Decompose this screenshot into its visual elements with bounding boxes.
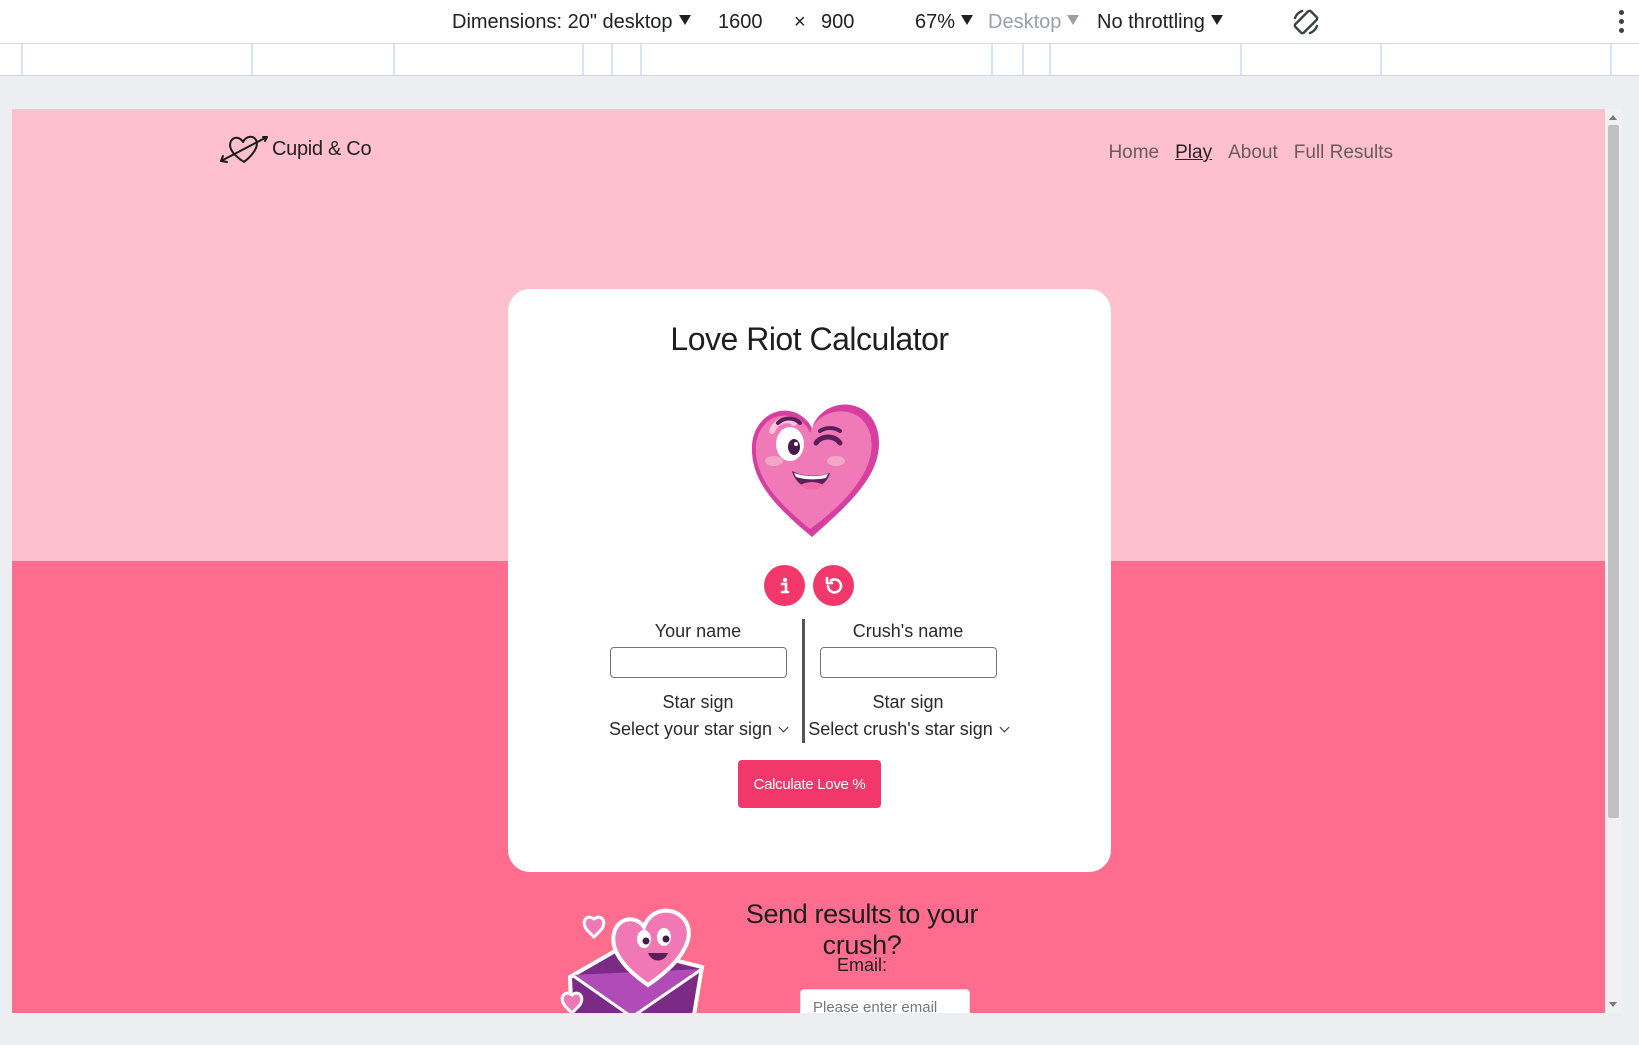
- crush-name-label: Crush's name: [852, 621, 964, 641]
- dimensions-label: Dimensions: 20" desktop: [452, 11, 673, 33]
- your-star-sign-select[interactable]: Select your star sign: [598, 716, 798, 742]
- your-star-sign-label: Star sign: [662, 692, 734, 712]
- crush-star-sign-label: Star sign: [872, 692, 944, 712]
- your-name-input[interactable]: [609, 647, 787, 678]
- crush-details: Crush's name Star sign Select crush's st…: [808, 619, 1010, 742]
- chevron-down-icon: [778, 722, 789, 733]
- your-name-label: Your name: [654, 621, 742, 641]
- reset-icon: [825, 576, 842, 594]
- nav-about[interactable]: About: [1228, 142, 1278, 164]
- nav-home[interactable]: Home: [1108, 142, 1159, 164]
- times-sign: ×: [794, 11, 806, 33]
- dropdown-triangle-icon: [961, 15, 974, 25]
- dimensions-dropdown[interactable]: Dimensions: 20" desktop: [452, 9, 691, 35]
- zoom-label: 67%: [915, 11, 956, 33]
- nav-full-results[interactable]: Full Results: [1294, 142, 1393, 164]
- site-logo[interactable]: Cupid & Co: [218, 129, 372, 169]
- crush-star-sign-select[interactable]: Select crush's star sign: [808, 716, 1010, 742]
- dropdown-triangle-icon: [1067, 15, 1080, 25]
- main-nav: Home Play About Full Results: [1108, 142, 1393, 164]
- media-query-ruler[interactable]: [0, 44, 1639, 76]
- your-star-sign-value: Select your star sign: [608, 719, 773, 739]
- heart-envelope-icon: [560, 908, 705, 1013]
- crush-star-sign-value: Select crush's star sign: [808, 719, 993, 739]
- winking-heart-icon: [751, 404, 880, 537]
- chevron-down-icon: [999, 722, 1010, 733]
- column-divider: [802, 619, 805, 743]
- reset-button[interactable]: [813, 565, 854, 606]
- calculator-title: Love Riot Calculator: [670, 321, 949, 357]
- nav-play[interactable]: Play: [1175, 142, 1212, 164]
- info-icon: [780, 577, 789, 593]
- calculator-card: Love Riot Calculator Your name Star sign…: [508, 289, 1111, 872]
- throttling-label: No throttling: [1097, 11, 1205, 33]
- device-type-dropdown[interactable]: Desktop: [988, 9, 1080, 35]
- scroll-up-arrow-icon[interactable]: [1609, 115, 1617, 120]
- scroll-thumb[interactable]: [1608, 125, 1619, 818]
- page-viewport: Cupid & Co Home Play About Full Results …: [12, 109, 1605, 1013]
- info-button[interactable]: [764, 565, 805, 606]
- vertical-scrollbar[interactable]: [1605, 109, 1622, 1013]
- scroll-down-arrow-icon[interactable]: [1609, 1002, 1617, 1007]
- crush-name-input[interactable]: [819, 647, 997, 678]
- throttling-dropdown[interactable]: No throttling: [1097, 9, 1223, 35]
- rotate-icon[interactable]: [1290, 6, 1322, 38]
- email-input[interactable]: Please enter email: [800, 989, 970, 1013]
- brand-name: Cupid & Co: [272, 137, 372, 160]
- heart-arrow-icon: [220, 135, 268, 163]
- dropdown-triangle-icon: [678, 15, 691, 25]
- send-results-title: Send results to your crush?: [745, 899, 979, 960]
- email-label: Email:: [836, 955, 887, 975]
- calculate-button[interactable]: Calculate Love %: [738, 760, 881, 808]
- device-toolbar: Dimensions: 20" desktop 1600 × 900 67% D…: [0, 0, 1639, 44]
- height-input[interactable]: 900: [821, 9, 854, 35]
- dropdown-triangle-icon: [1210, 15, 1223, 25]
- width-input[interactable]: 1600: [718, 9, 763, 35]
- more-options-icon[interactable]: [1617, 10, 1625, 36]
- your-details: Your name Star sign Select your star sig…: [598, 619, 798, 742]
- zoom-dropdown[interactable]: 67%: [915, 9, 974, 35]
- device-type-label: Desktop: [988, 11, 1062, 33]
